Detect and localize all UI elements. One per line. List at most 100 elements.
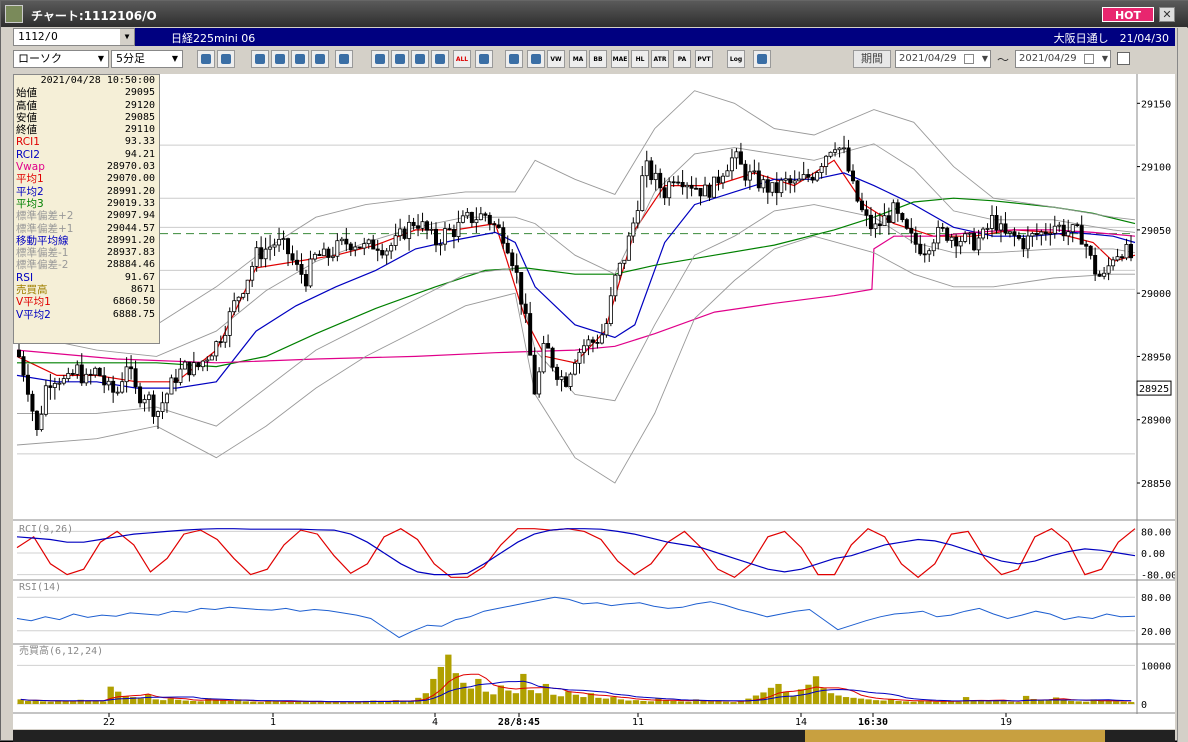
- candle: [824, 155, 829, 167]
- interval-select[interactable]: 5分足 ▼: [111, 50, 183, 68]
- series-line: [16, 229, 1136, 364]
- volume-bar: [122, 696, 129, 704]
- volume-bar: [812, 676, 820, 704]
- hot-button[interactable]: HOT: [1102, 7, 1154, 22]
- info-row: 売買高 8671: [14, 284, 159, 296]
- chevron-down-icon[interactable]: ▼: [1102, 51, 1108, 67]
- candle: [1093, 255, 1098, 275]
- range-checkbox[interactable]: [1117, 52, 1130, 65]
- volume-bar: [610, 697, 617, 704]
- volume-bar: [835, 695, 842, 704]
- info-label: 始値: [16, 87, 37, 100]
- candle: [573, 362, 578, 375]
- info-row: 標準偏差-1 28937.83: [14, 247, 159, 259]
- chart-window: チャート:1112106/O HOT ✕ 1112/O ▼ 日経225mini …: [0, 0, 1188, 742]
- volume-bar: [100, 701, 107, 704]
- current-price-label: 28925: [1139, 384, 1169, 395]
- candle: [438, 243, 443, 246]
- period-button[interactable]: 期間: [853, 50, 891, 68]
- chart-type-select[interactable]: ローソク ▼: [13, 50, 109, 68]
- candle: [1043, 231, 1048, 235]
- candle: [1057, 224, 1062, 227]
- candle: [774, 182, 779, 194]
- magnify-button[interactable]: [217, 50, 235, 68]
- info-value: 6888.75: [112, 308, 155, 320]
- chevron-down-icon[interactable]: ▼: [94, 51, 108, 67]
- date-to-checkbox[interactable]: [1084, 54, 1094, 64]
- candle: [1003, 223, 1008, 234]
- symbol-select[interactable]: 1112/O ▼: [13, 28, 135, 46]
- candle: [918, 243, 923, 255]
- candle: [940, 226, 945, 229]
- volume-bar: [902, 701, 910, 704]
- volume-bar: [107, 686, 114, 704]
- chart-button[interactable]: [475, 50, 493, 68]
- all-button[interactable]: ALL: [453, 50, 471, 68]
- hl-button[interactable]: HL: [631, 50, 649, 68]
- chevron-down-icon[interactable]: ▼: [168, 51, 182, 67]
- atr-button[interactable]: ATR: [651, 50, 669, 68]
- candle: [1075, 224, 1080, 227]
- pvt-button[interactable]: PVT: [695, 50, 713, 68]
- down-arrow-button[interactable]: [271, 50, 289, 68]
- scissors-button[interactable]: [311, 50, 329, 68]
- date-to-select[interactable]: 2021/04/29 ▼: [1015, 50, 1111, 68]
- zoom-out-button[interactable]: [291, 50, 309, 68]
- candle: [25, 374, 30, 395]
- scissors-icon: [315, 54, 325, 64]
- candle: [590, 339, 595, 343]
- candle: [84, 373, 89, 384]
- volume-bar: [1067, 700, 1075, 704]
- title-bar[interactable]: チャート:1112106/O HOT ✕: [1, 1, 1188, 27]
- candle: [416, 225, 421, 229]
- bb-button[interactable]: BB: [589, 50, 607, 68]
- palette-button[interactable]: [527, 50, 545, 68]
- vertical-scrollbar[interactable]: [1177, 28, 1188, 742]
- volume-bar: [152, 699, 159, 704]
- lock-button[interactable]: [431, 50, 449, 68]
- chevron-down-icon[interactable]: ▼: [982, 51, 988, 67]
- candle: [142, 399, 147, 404]
- volume-bar: [475, 678, 482, 704]
- cursor-button[interactable]: [371, 50, 389, 68]
- info-label: Vwap: [16, 161, 45, 174]
- split-button[interactable]: [251, 50, 269, 68]
- candle: [496, 224, 501, 228]
- chart-svg[interactable]: 29150 29100 29050 29000 28950 28900 28850 28925…: [13, 74, 1177, 729]
- log-button[interactable]: Log: [727, 50, 745, 68]
- candle: [523, 303, 528, 314]
- brush-button[interactable]: [505, 50, 523, 68]
- horizontal-scrollbar[interactable]: [13, 730, 1175, 742]
- chevron-down-icon[interactable]: ▼: [120, 29, 134, 45]
- pointer-button[interactable]: [391, 50, 409, 68]
- chart-area[interactable]: 29150 29100 29050 29000 28950 28900 28850 28925…: [13, 74, 1177, 729]
- volume-bar: [92, 700, 99, 704]
- candle: [828, 151, 833, 157]
- info-value: 28970.03: [106, 161, 155, 173]
- mae-button[interactable]: MAE: [611, 50, 629, 68]
- para-button[interactable]: PA RA: [673, 50, 691, 68]
- scroll-thumb[interactable]: [805, 730, 1105, 742]
- scale-button[interactable]: [411, 50, 429, 68]
- volume-bar: [872, 700, 880, 704]
- interval-value: 5分足: [116, 52, 145, 65]
- candle: [469, 211, 474, 224]
- ma-button[interactable]: MA: [569, 50, 587, 68]
- candle: [743, 163, 748, 181]
- info-row: 平均1 29070.00: [14, 173, 159, 185]
- candle: [797, 178, 802, 182]
- candle: [972, 232, 977, 251]
- candle: [631, 222, 636, 237]
- export-button[interactable]: [753, 50, 771, 68]
- candle: [187, 361, 192, 376]
- close-button[interactable]: ✕: [1159, 7, 1175, 22]
- candle: [1034, 233, 1039, 236]
- date-from-checkbox[interactable]: [964, 54, 974, 64]
- line-button[interactable]: [335, 50, 353, 68]
- zoom-in-button[interactable]: [197, 50, 215, 68]
- vwap-button[interactable]: VW AP: [547, 50, 565, 68]
- toolbar: ローソク ▼ 5分足 ▼ ALL VW APMABBMAEHLATRPA RAPV…: [13, 48, 1175, 72]
- candle: [451, 229, 456, 238]
- date-from-select[interactable]: 2021/04/29 ▼: [895, 50, 991, 68]
- info-row: 移動平均線 28991.20: [14, 235, 159, 247]
